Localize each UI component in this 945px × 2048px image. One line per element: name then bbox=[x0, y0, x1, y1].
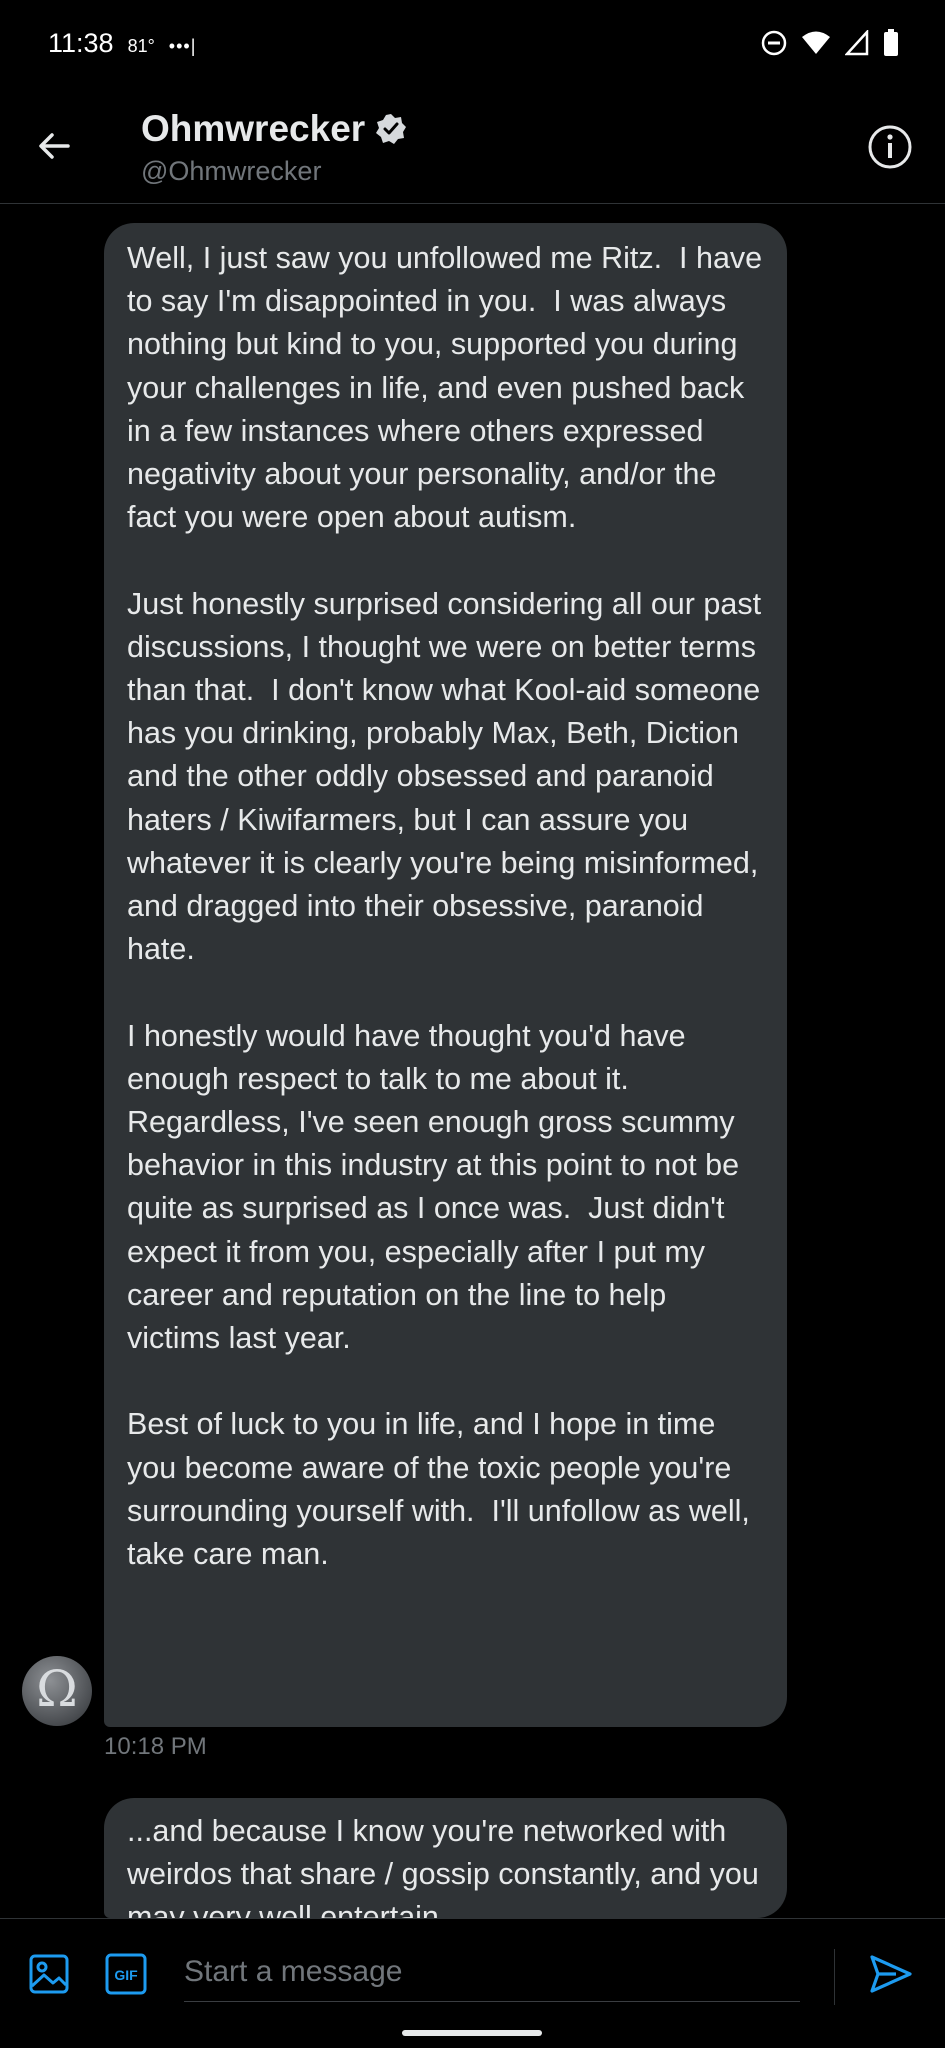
info-icon[interactable] bbox=[867, 124, 913, 170]
header-title[interactable]: Ohmwrecker bbox=[141, 108, 407, 150]
display-name: Ohmwrecker bbox=[141, 108, 366, 149]
signal-icon bbox=[845, 30, 869, 56]
message-bubble[interactable]: ...and because I know you're networked w… bbox=[104, 1798, 787, 1918]
status-temperature: 81° bbox=[127, 35, 155, 56]
message-timestamp: 10:18 PM bbox=[104, 1733, 207, 1760]
omega-avatar-icon: Ω bbox=[36, 1660, 78, 1718]
send-icon[interactable] bbox=[866, 1949, 916, 1999]
gif-icon: GIF bbox=[105, 1953, 147, 1995]
conversation-header: Ohmwrecker @Ohmwrecker bbox=[0, 86, 945, 204]
battery-icon bbox=[884, 29, 898, 56]
do-not-disturb-icon bbox=[761, 30, 787, 56]
home-indicator[interactable] bbox=[402, 2030, 542, 2036]
image-icon[interactable] bbox=[27, 1952, 71, 1996]
gif-label: GIF bbox=[114, 1967, 138, 1983]
status-left: 11:38 81° •••| bbox=[48, 28, 196, 59]
verified-badge-icon bbox=[376, 114, 407, 144]
status-bar: 11:38 81° •••| bbox=[0, 0, 945, 86]
status-icons bbox=[761, 29, 899, 57]
composer-divider bbox=[834, 1949, 835, 2005]
gif-button[interactable]: GIF bbox=[104, 1952, 148, 1996]
header-handle: @Ohmwrecker bbox=[141, 156, 322, 186]
back-arrow-icon[interactable] bbox=[32, 124, 76, 168]
message-input[interactable] bbox=[184, 1943, 800, 2002]
wifi-icon bbox=[802, 31, 830, 54]
avatar[interactable]: Ω bbox=[22, 1656, 92, 1726]
message-composer: GIF bbox=[0, 1918, 945, 2048]
status-notification-dots: •••| bbox=[168, 35, 197, 56]
message-bubble[interactable]: Well, I just saw you unfollowed me Ritz.… bbox=[104, 223, 787, 1727]
status-time: 11:38 bbox=[48, 27, 114, 58]
